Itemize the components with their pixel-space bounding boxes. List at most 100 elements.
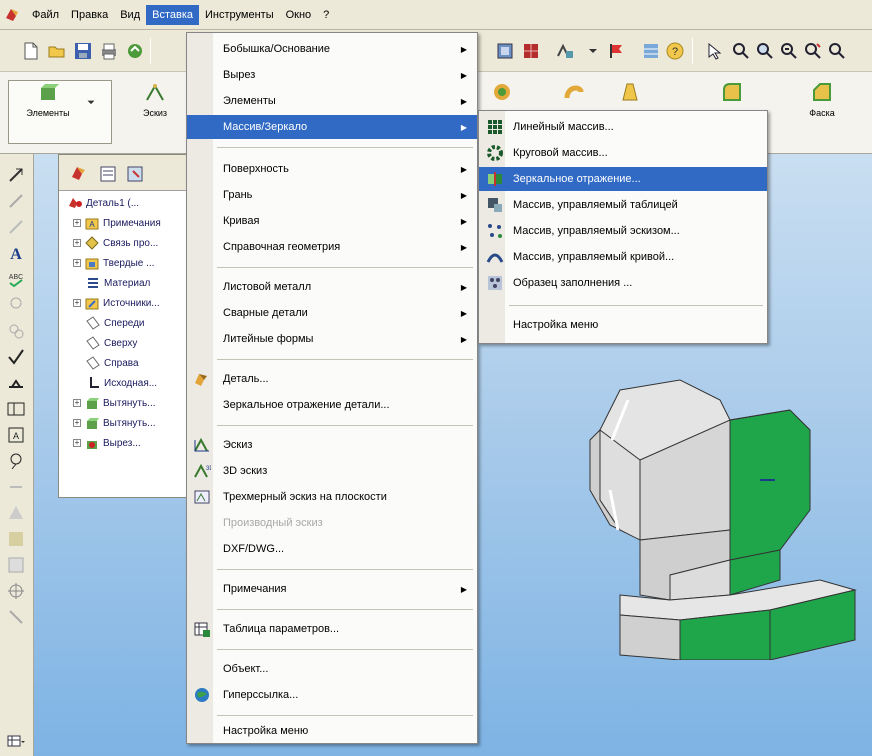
menu-item-sketch-driven-pattern[interactable]: Массив, управляемый эскизом... (479, 219, 767, 243)
mirror-flag-icon[interactable] (606, 40, 628, 62)
menu-item-linear-pattern[interactable]: Линейный массив... (479, 115, 767, 139)
menu-item-cut[interactable]: Вырез ▶ (187, 63, 477, 87)
part-3d-model[interactable] (580, 360, 870, 660)
menu-item-3d-sketch-on-plane[interactable]: Трехмерный эскиз на плоскости (187, 485, 477, 509)
menu-item-sheet-metal[interactable]: Листовой металл ▶ (187, 275, 477, 299)
tree-item-lights[interactable]: + Источники... (73, 293, 160, 313)
menu-item-curve[interactable]: Кривая ▶ (187, 209, 477, 233)
menu-item-face[interactable]: Грань ▶ (187, 183, 477, 207)
hole-callout-icon[interactable] (5, 476, 27, 498)
menu-item-sketch[interactable]: Эскиз (187, 433, 477, 457)
view-orientation-icon[interactable] (494, 40, 516, 62)
configuration-manager-tab-icon[interactable] (123, 161, 149, 187)
sketch-options-icon[interactable] (554, 40, 576, 62)
expand-toggle[interactable]: + (73, 259, 81, 267)
spell-check-icon[interactable]: ABC (5, 268, 27, 290)
tree-item-extrude-2[interactable]: + Вытянуть... (73, 413, 156, 433)
menu-item-3d-sketch[interactable]: 3D 3D эскиз (187, 459, 477, 483)
save-disk-icon[interactable] (72, 40, 94, 62)
menu-file[interactable]: Файл (26, 5, 65, 25)
menu-item-customize-menu[interactable]: Настройка меню (187, 719, 477, 743)
menu-item-pattern-mirror[interactable]: Массив/Зеркало ▶ (187, 115, 477, 139)
select-arrow-icon[interactable] (704, 40, 726, 62)
expand-toggle[interactable]: + (73, 299, 81, 307)
display-style-icon[interactable] (520, 40, 542, 62)
property-manager-tab-icon[interactable] (95, 161, 121, 187)
centerline-icon[interactable] (5, 606, 27, 628)
expand-toggle[interactable]: + (73, 439, 81, 447)
area-hatch-icon[interactable] (5, 554, 27, 576)
menu-item-hyperlink[interactable]: Гиперссылка... (187, 683, 477, 707)
balloon-icon[interactable] (5, 294, 27, 316)
menu-insert[interactable]: Вставка (146, 4, 200, 25)
zoom-selection-icon[interactable] (802, 40, 824, 62)
tree-item-part-root[interactable]: Деталь1 (... (67, 193, 139, 213)
new-document-icon[interactable] (20, 40, 42, 62)
options-grid-icon[interactable] (640, 40, 662, 62)
menu-item-annotations[interactable]: Примечания ▶ (187, 577, 477, 601)
weld-symbol-icon[interactable] (5, 372, 27, 394)
smart-dimension-icon[interactable] (5, 164, 27, 186)
text-tool-icon[interactable]: A (5, 242, 27, 264)
menu-item-molds[interactable]: Литейные формы ▶ (187, 327, 477, 351)
expand-toggle[interactable]: + (73, 219, 81, 227)
print-icon[interactable] (98, 40, 120, 62)
menu-item-mirror-part[interactable]: Зеркальное отражение детали... (187, 393, 477, 417)
zoom-in-out-icon[interactable] (778, 40, 800, 62)
dropdown-arrow-icon[interactable] (582, 40, 604, 62)
surface-finish-icon[interactable] (5, 346, 27, 368)
menu-item-surface[interactable]: Поверхность ▶ (187, 157, 477, 181)
menu-item-object[interactable]: Объект... (187, 657, 477, 681)
datum-target-icon[interactable] (5, 450, 27, 472)
block-icon[interactable] (5, 528, 27, 550)
datum-feature-icon[interactable]: A (5, 424, 27, 446)
tree-item-material[interactable]: Материал (85, 273, 150, 293)
menu-item-fill-pattern[interactable]: Образец заполнения ... (479, 271, 767, 295)
tree-item-solid-bodies[interactable]: + Твердые ... (73, 253, 154, 273)
features-tab-button[interactable]: Элементы (20, 80, 76, 142)
chamfer-tool-button[interactable]: Фаска (792, 80, 852, 142)
tree-item-cut[interactable]: + Вырез... (73, 433, 141, 453)
menu-item-table-driven-pattern[interactable]: Массив, управляемый таблицей (479, 193, 767, 217)
menu-tools[interactable]: Инструменты (199, 5, 280, 25)
zoom-area-icon[interactable] (754, 40, 776, 62)
menu-window[interactable]: Окно (280, 5, 318, 25)
menu-item-weldments[interactable]: Сварные детали ▶ (187, 301, 477, 325)
features-dropdown-arrow-icon[interactable] (80, 96, 102, 158)
feature-manager-tab-icon[interactable] (67, 161, 93, 187)
tree-item-annotations[interactable]: + A Примечания (73, 213, 161, 233)
zoom-magnify-icon[interactable] (826, 40, 848, 62)
menu-item-dxf-dwg[interactable]: DXF/DWG... (187, 537, 477, 561)
tree-item-right-plane[interactable]: Справа (85, 353, 139, 373)
open-folder-icon[interactable] (46, 40, 68, 62)
menu-item-curve-driven-pattern[interactable]: Массив, управляемый кривой... (479, 245, 767, 269)
menu-item-reference-geometry[interactable]: Справочная геометрия ▶ (187, 235, 477, 259)
menu-item-design-table[interactable]: Таблица параметров... (187, 617, 477, 641)
zoom-fit-icon[interactable] (730, 40, 752, 62)
rebuild-icon[interactable] (124, 40, 146, 62)
menu-item-mirror[interactable]: Зеркальное отражение... (479, 167, 767, 191)
help-icon[interactable]: ? (664, 40, 686, 62)
tree-item-front-plane[interactable]: Спереди (85, 313, 145, 333)
arrow-tool-disabled-icon[interactable] (5, 216, 27, 238)
table-dropdown-icon[interactable] (5, 730, 27, 752)
expand-toggle[interactable]: + (73, 419, 81, 427)
geometric-tolerance-icon[interactable] (5, 398, 27, 420)
cosmetic-thread-icon[interactable] (5, 502, 27, 524)
auto-balloon-icon[interactable] (5, 320, 27, 342)
arrow-tool-icon[interactable] (5, 190, 27, 212)
menu-edit[interactable]: Правка (65, 5, 114, 25)
sketch-tab-button[interactable]: Эскиз (130, 80, 180, 142)
center-mark-icon[interactable] (5, 580, 27, 602)
menu-item-customize-submenu[interactable]: Настройка меню (479, 313, 767, 337)
tree-item-top-plane[interactable]: Сверху (85, 333, 137, 353)
expand-toggle[interactable]: + (73, 239, 81, 247)
tree-item-design-binder[interactable]: + Связь про... (73, 233, 158, 253)
tree-item-origin[interactable]: Исходная... (85, 373, 157, 393)
menu-view[interactable]: Вид (114, 5, 146, 25)
menu-item-part[interactable]: Деталь... (187, 367, 477, 391)
expand-toggle[interactable]: + (73, 399, 81, 407)
tree-item-extrude-1[interactable]: + Вытянуть... (73, 393, 156, 413)
menu-item-circular-pattern[interactable]: Круговой массив... (479, 141, 767, 165)
menu-item-boss-base[interactable]: Бобышка/Основание ▶ (187, 37, 477, 61)
